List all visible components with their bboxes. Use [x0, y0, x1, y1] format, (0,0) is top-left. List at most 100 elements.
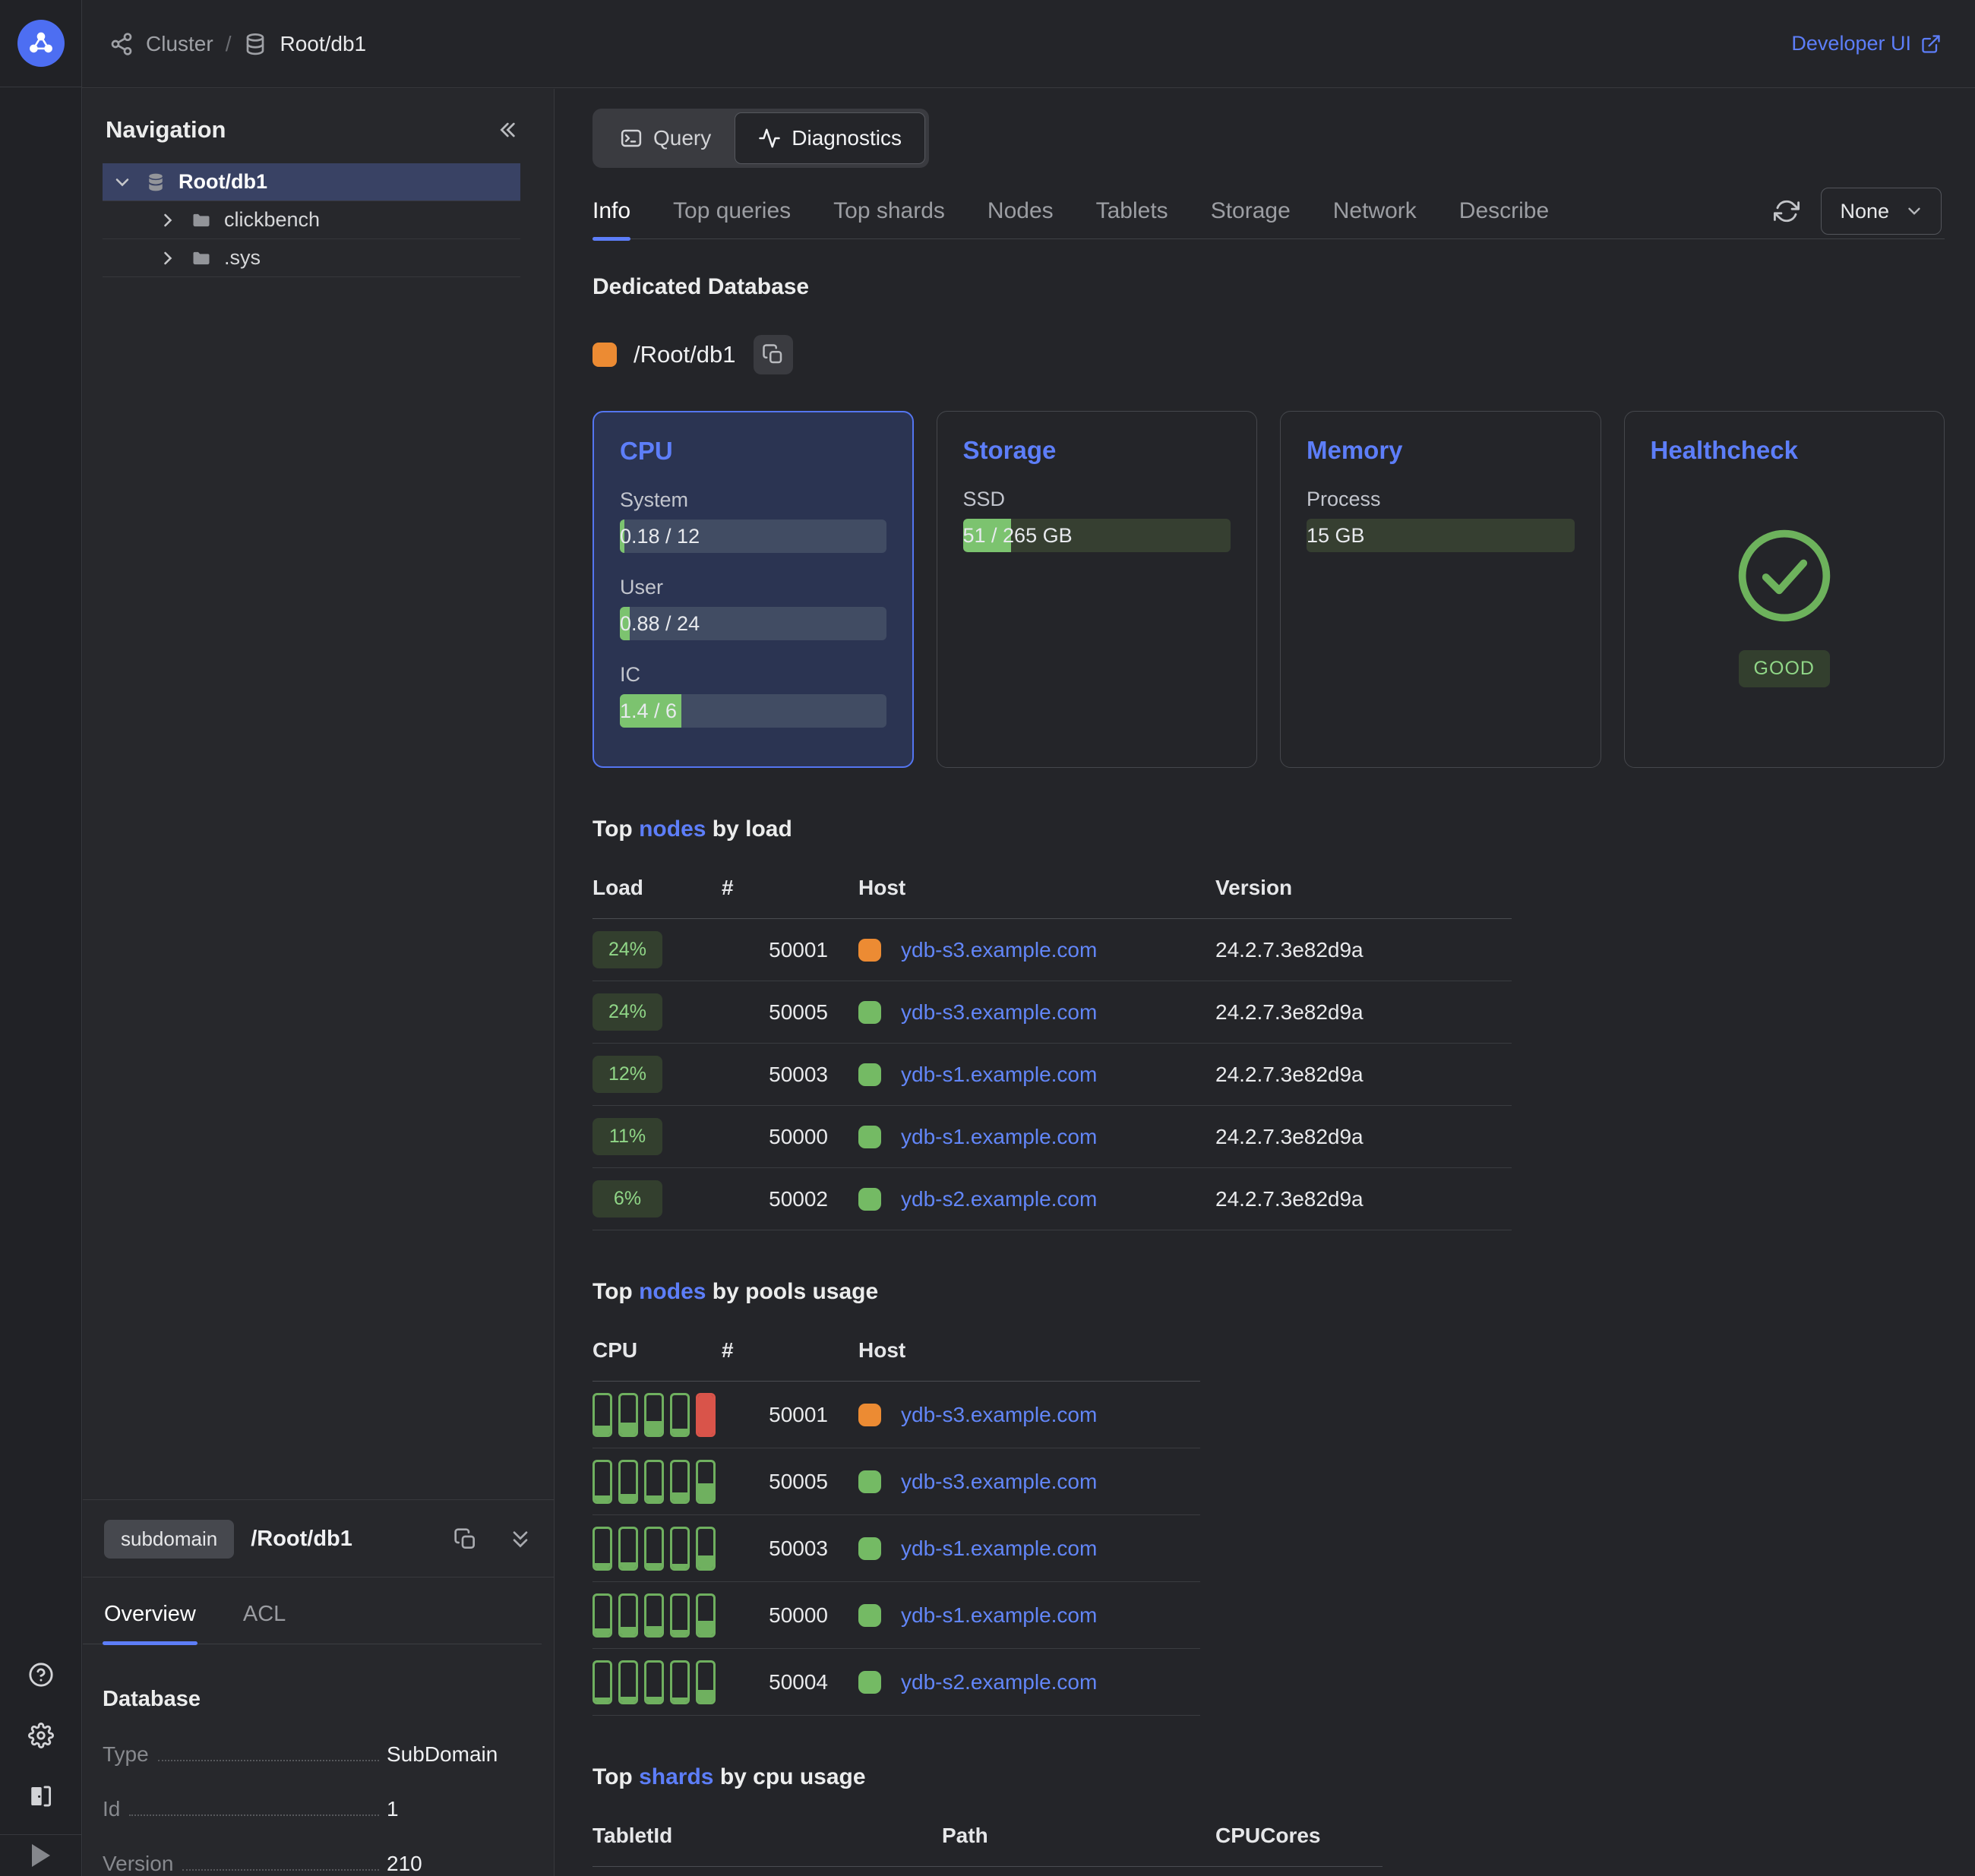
load-badge: 24%: [592, 993, 662, 1031]
column-header-id[interactable]: #: [722, 1325, 828, 1382]
node-pools-row[interactable]: 50003 ydb-s1.example.com: [592, 1515, 1200, 1582]
developer-ui-link[interactable]: Developer UI: [1791, 32, 1942, 55]
tab-storage[interactable]: Storage: [1211, 183, 1291, 239]
top-nodes-load-table: Load # Host Version 24% 50001 ydb-s3.exa…: [592, 862, 1512, 1230]
tree-item-root[interactable]: Root/db1: [103, 163, 520, 201]
cpu-pool-gauges: [592, 1393, 722, 1437]
tab-top-queries[interactable]: Top queries: [673, 183, 791, 239]
exit-door-icon: [28, 1783, 54, 1809]
refresh-button[interactable]: [1774, 198, 1800, 224]
pool-usage-bar: [618, 1593, 638, 1638]
column-header-id[interactable]: #: [722, 862, 828, 919]
host-link[interactable]: ydb-s3.example.com: [901, 1000, 1097, 1025]
column-header-load[interactable]: Load: [592, 862, 722, 919]
account-exit-button[interactable]: [18, 1773, 64, 1819]
settings-button[interactable]: [18, 1713, 64, 1758]
breadcrumb-entity[interactable]: Root/db1: [280, 32, 366, 56]
pool-usage-bar: [670, 1393, 690, 1437]
host-link[interactable]: ydb-s3.example.com: [901, 1403, 1097, 1427]
tab-network[interactable]: Network: [1333, 183, 1417, 239]
host-link[interactable]: ydb-s1.example.com: [901, 1536, 1097, 1561]
tree-item-clickbench[interactable]: clickbench: [103, 201, 520, 239]
query-view-label: Query: [653, 126, 711, 150]
column-header-cpucores[interactable]: CPUCores: [1215, 1810, 1382, 1867]
column-header-version[interactable]: Version: [1215, 862, 1512, 919]
column-header-tabletid[interactable]: TabletId: [592, 1810, 942, 1867]
node-status-dot: [858, 1671, 881, 1694]
query-view-button[interactable]: Query: [596, 112, 735, 164]
host-link[interactable]: ydb-s2.example.com: [901, 1670, 1097, 1694]
node-pools-row[interactable]: 50005 ydb-s3.example.com: [592, 1448, 1200, 1515]
autorefresh-select[interactable]: None: [1821, 188, 1942, 235]
host-link[interactable]: ydb-s3.example.com: [901, 938, 1097, 962]
copy-database-path-button[interactable]: [754, 335, 793, 374]
nodes-link[interactable]: nodes: [639, 1279, 706, 1304]
host-link[interactable]: ydb-s1.example.com: [901, 1603, 1097, 1628]
main-content: Query Diagnostics Info Top queries Top s…: [555, 89, 1975, 1876]
host-link[interactable]: ydb-s2.example.com: [901, 1187, 1097, 1211]
node-load-row[interactable]: 24% 50001 ydb-s3.example.com 24.2.7.3e82…: [592, 919, 1512, 981]
ssd-meter: 51 / 265 GB: [963, 519, 1231, 552]
node-id: 50000: [722, 1106, 828, 1168]
node-id: 50001: [722, 919, 828, 981]
tab-info[interactable]: Info: [592, 183, 630, 239]
shards-link[interactable]: shards: [639, 1764, 713, 1789]
column-header-cpu[interactable]: CPU: [592, 1325, 722, 1382]
cpu-card[interactable]: CPU System 0.18 / 12 User 0.88 / 24 IC: [592, 411, 914, 768]
chevron-right-icon[interactable]: [157, 248, 179, 269]
chevron-down-icon[interactable]: [112, 172, 133, 193]
load-badge: 24%: [592, 931, 662, 968]
collapse-sidebar-button[interactable]: [495, 118, 519, 142]
node-version: 24.2.7.3e82d9a: [1215, 1044, 1512, 1106]
dotted-leader: [129, 1814, 379, 1816]
storage-card[interactable]: Storage SSD 51 / 265 GB: [937, 411, 1258, 768]
node-load-row[interactable]: 11% 50000 ydb-s1.example.com 24.2.7.3e82…: [592, 1106, 1512, 1168]
column-header-host[interactable]: Host: [828, 1325, 1200, 1382]
entity-path: /Root/db1: [251, 1527, 352, 1552]
meter-value: 15 GB: [1307, 524, 1365, 547]
breadcrumb-cluster[interactable]: Cluster: [146, 32, 213, 56]
breadcrumb: Cluster / Root/db1: [109, 32, 366, 56]
tab-nodes[interactable]: Nodes: [988, 183, 1054, 239]
column-header-host[interactable]: Host: [828, 862, 1215, 919]
title-suffix: by load: [713, 816, 792, 842]
memory-card[interactable]: Memory Process 15 GB: [1280, 411, 1601, 768]
node-version: 24.2.7.3e82d9a: [1215, 919, 1512, 981]
database-info-section: Database Type SubDomain Id 1 Version 210: [83, 1644, 554, 1876]
pool-usage-bar: [592, 1660, 612, 1704]
node-load-row[interactable]: 24% 50005 ydb-s3.example.com 24.2.7.3e82…: [592, 981, 1512, 1044]
folder-icon: [191, 210, 212, 231]
pool-usage-bar: [592, 1527, 612, 1571]
entity-type-badge: subdomain: [104, 1520, 234, 1559]
host-link[interactable]: ydb-s1.example.com: [901, 1063, 1097, 1087]
chevron-right-icon[interactable]: [157, 210, 179, 231]
node-load-row[interactable]: 6% 50002 ydb-s2.example.com 24.2.7.3e82d…: [592, 1168, 1512, 1230]
copy-path-button[interactable]: [453, 1527, 478, 1552]
nodes-link[interactable]: nodes: [639, 816, 706, 842]
tab-acl[interactable]: ACL: [242, 1597, 287, 1644]
storage-card-title: Storage: [963, 436, 1231, 465]
shard-row[interactable]: 72075186224038688 /clickbench/hits 66%: [592, 1867, 1382, 1876]
node-load-row[interactable]: 12% 50003 ydb-s1.example.com 24.2.7.3e82…: [592, 1044, 1512, 1106]
node-pools-row[interactable]: 50004 ydb-s2.example.com: [592, 1649, 1200, 1716]
node-pools-row[interactable]: 50001 ydb-s3.example.com: [592, 1382, 1200, 1448]
ydb-logo[interactable]: [17, 20, 65, 67]
tree-item-sys[interactable]: .sys: [103, 239, 520, 277]
tab-overview[interactable]: Overview: [103, 1597, 198, 1644]
tab-top-shards[interactable]: Top shards: [833, 183, 945, 239]
pool-usage-bar: [618, 1460, 638, 1504]
host-link[interactable]: ydb-s1.example.com: [901, 1125, 1097, 1149]
tab-tablets[interactable]: Tablets: [1096, 183, 1168, 239]
column-header-path[interactable]: Path: [942, 1810, 1215, 1867]
host-link[interactable]: ydb-s3.example.com: [901, 1470, 1097, 1494]
tab-describe[interactable]: Describe: [1459, 183, 1549, 239]
load-badge: 11%: [592, 1118, 662, 1155]
expand-panel-button[interactable]: [32, 1844, 50, 1867]
help-button[interactable]: [18, 1652, 64, 1698]
collapse-panel-button[interactable]: [508, 1527, 532, 1552]
diagnostics-view-button[interactable]: Diagnostics: [735, 112, 925, 164]
metric-cards: CPU System 0.18 / 12 User 0.88 / 24 IC: [592, 411, 1945, 768]
check-circle-icon: [1733, 524, 1836, 627]
node-pools-row[interactable]: 50000 ydb-s1.example.com: [592, 1582, 1200, 1649]
healthcheck-card[interactable]: Healthcheck GOOD: [1624, 411, 1945, 768]
